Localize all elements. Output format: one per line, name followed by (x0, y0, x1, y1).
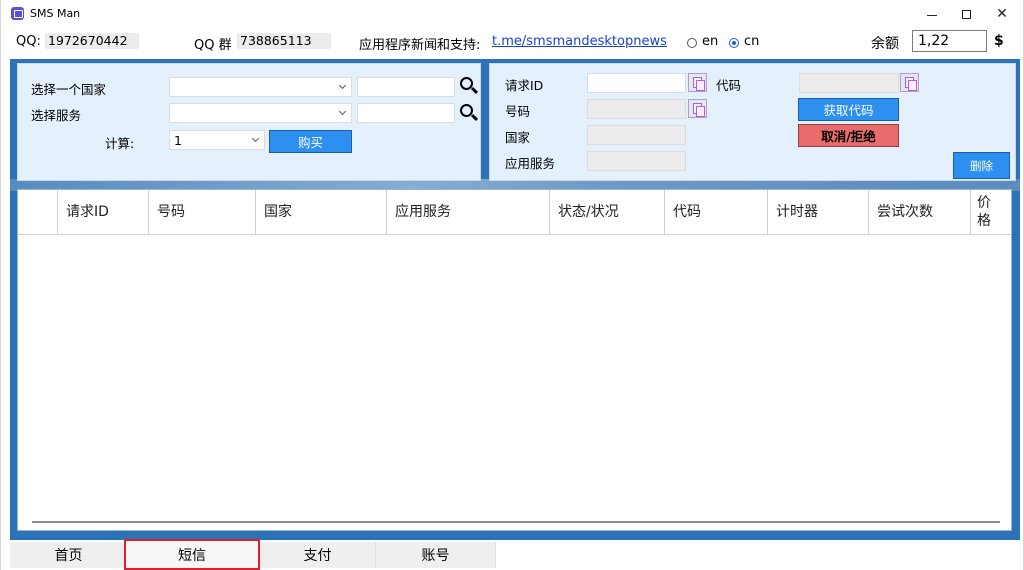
service-field (587, 151, 686, 171)
search-icon[interactable] (460, 104, 479, 122)
chevron-down-icon (251, 134, 260, 143)
request-panel: 请求ID 代码 号码 获取代码 国家 取消/拒绝 应用服务 删除 (489, 63, 1016, 181)
bottom-tab-bar: 首页 短信 支付 账号 (10, 539, 1020, 570)
buy-button[interactable]: 购买 (269, 130, 352, 153)
service-label: 选择服务 (31, 108, 82, 123)
lang-en-label[interactable]: en (702, 34, 718, 49)
request-id-label: 请求ID (505, 78, 544, 93)
news-link[interactable]: t.me/smsmandesktopnews (492, 34, 667, 49)
maximize-icon (961, 9, 971, 19)
close-icon: ✕ (996, 6, 1008, 22)
column-header-timer[interactable]: 计时器 (768, 190, 869, 234)
get-code-button[interactable]: 获取代码 (798, 98, 899, 121)
tab-sms[interactable]: 短信 (124, 539, 260, 570)
column-header-request-id[interactable]: 请求ID (58, 190, 149, 234)
app-logo-icon (11, 7, 24, 20)
minimize-icon (927, 14, 937, 16)
chevron-down-icon (338, 81, 347, 90)
minimize-button[interactable] (914, 4, 950, 24)
country-select[interactable] (169, 77, 352, 97)
tab-payment[interactable]: 支付 (260, 542, 376, 568)
info-bar: QQ: 1972670442 QQ 群 738865113 应用程序新闻和支持:… (1, 30, 1024, 53)
qq-label: QQ: (16, 34, 41, 49)
code-label: 代码 (716, 78, 742, 93)
qq-value: 1972670442 (45, 33, 139, 49)
cancel-button[interactable]: 取消/拒绝 (798, 124, 899, 147)
currency-label: $ (994, 33, 1004, 49)
search-icon[interactable] (460, 77, 479, 95)
copy-icon[interactable] (688, 73, 707, 92)
service-label: 应用服务 (505, 156, 556, 171)
delete-button[interactable]: 删除 (953, 152, 1010, 179)
qq-group-label: QQ 群 (194, 38, 232, 53)
chevron-down-icon (338, 107, 347, 116)
column-header-status[interactable]: 状态/状况 (550, 190, 665, 234)
column-header-service[interactable]: 应用服务 (387, 190, 550, 234)
code-field (799, 73, 899, 93)
request-id-field[interactable] (587, 73, 686, 93)
country-field (587, 125, 686, 145)
lang-en-radio[interactable] (687, 38, 697, 48)
app-window: SMS Man ✕ QQ: 1972670442 QQ 群 738865113 … (0, 0, 1024, 570)
count-select[interactable]: 1 (169, 130, 265, 150)
column-header-select[interactable] (18, 190, 58, 234)
count-value: 1 (174, 133, 182, 148)
buy-panel: 选择一个国家 选择服务 计算: 1 购买 (17, 63, 481, 181)
column-header-code[interactable]: 代码 (665, 190, 768, 234)
news-label: 应用程序新闻和支持: (359, 38, 481, 53)
number-label: 号码 (505, 104, 531, 119)
country-search-input[interactable] (357, 77, 455, 97)
column-header-number[interactable]: 号码 (149, 190, 256, 234)
table-header: 请求ID 号码 国家 应用服务 状态/状况 代码 计时器 尝试次数 价格 (18, 190, 1011, 235)
lang-cn-radio[interactable] (729, 38, 739, 48)
close-button[interactable]: ✕ (984, 4, 1020, 24)
window-title: SMS Man (30, 7, 81, 20)
country-label: 国家 (505, 130, 531, 145)
tab-account[interactable]: 账号 (376, 542, 496, 568)
tab-home[interactable]: 首页 (10, 542, 128, 568)
column-header-price[interactable]: 价格 (971, 190, 995, 234)
copy-icon[interactable] (688, 99, 707, 118)
column-header-attempts[interactable]: 尝试次数 (869, 190, 971, 234)
horizontal-scrollbar[interactable] (18, 520, 1011, 524)
column-header-country[interactable]: 国家 (256, 190, 387, 234)
qq-group-value: 738865113 (237, 33, 331, 49)
copy-icon[interactable] (900, 73, 919, 92)
service-select[interactable] (169, 103, 352, 123)
title-bar: SMS Man ✕ (1, 0, 1024, 28)
balance-field[interactable]: 1,22 (912, 30, 987, 52)
lang-cn-label[interactable]: cn (744, 34, 759, 49)
service-search-input[interactable] (357, 103, 455, 123)
number-field (587, 99, 686, 119)
country-label: 选择一个国家 (31, 82, 107, 97)
balance-label: 余额 (871, 36, 899, 52)
maximize-button[interactable] (948, 4, 984, 24)
count-label: 计算: (105, 136, 135, 151)
requests-table[interactable]: 请求ID 号码 国家 应用服务 状态/状况 代码 计时器 尝试次数 价格 (17, 189, 1012, 531)
